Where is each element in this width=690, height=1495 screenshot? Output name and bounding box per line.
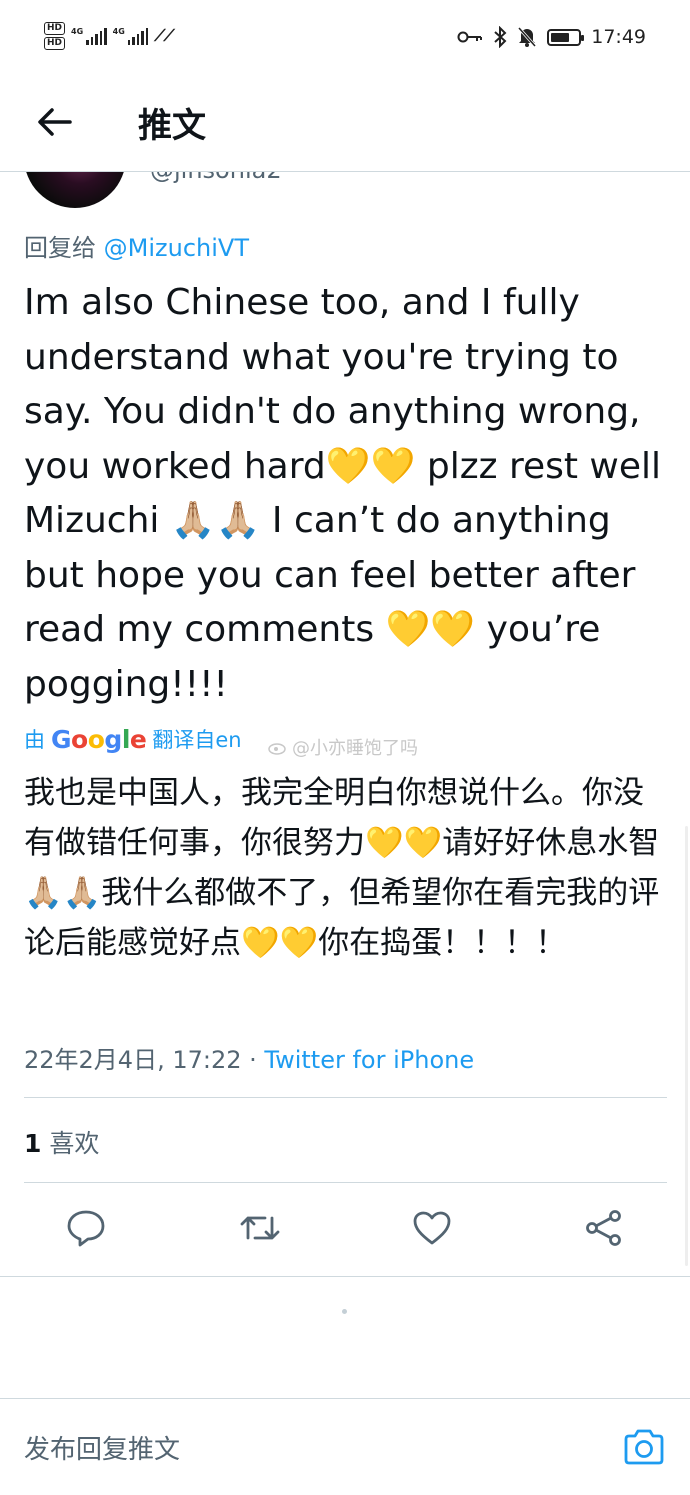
back-button[interactable]	[34, 102, 74, 142]
share-button[interactable]	[582, 1206, 626, 1250]
camera-button[interactable]	[622, 1427, 666, 1467]
battery-icon	[547, 28, 585, 46]
watermark: @小亦睡饱了吗	[268, 734, 418, 760]
status-bar-left: HD HD 4G 4G ⟋⟋	[44, 22, 175, 50]
tweet-meta: 22年2月4日, 17:22 · Twitter for iPhone	[24, 1040, 474, 1075]
divider	[24, 1182, 667, 1183]
tweet-source[interactable]: Twitter for iPhone	[264, 1046, 474, 1074]
translate-suffix: 翻译自en	[152, 728, 242, 752]
status-bar-right: 17:49	[457, 26, 646, 48]
google-logo: Google	[51, 724, 147, 754]
hd-badge-2: HD	[44, 37, 66, 50]
retweet-icon	[240, 1216, 280, 1240]
loading-dot	[342, 1309, 347, 1314]
signal-2-icon: 4G	[113, 27, 149, 45]
status-bar: HD HD 4G 4G ⟋⟋ 17:49	[0, 0, 690, 80]
reply-to-prefix: 回复给	[24, 234, 104, 262]
key-icon	[457, 31, 483, 43]
share-icon	[586, 1210, 621, 1246]
weibo-icon	[268, 743, 286, 755]
page-title: 推文	[138, 106, 206, 146]
like-count: 1	[24, 1129, 42, 1158]
mute-bell-icon	[518, 27, 537, 47]
reply-icon	[67, 1210, 105, 1247]
status-time: 17:49	[591, 26, 646, 48]
signal-1-icon: 4G	[71, 27, 107, 45]
reply-button[interactable]	[64, 1206, 108, 1250]
reply-to-line: 回复给 @MizuchiVT	[24, 228, 249, 263]
retweet-button[interactable]	[238, 1206, 282, 1250]
like-label: 喜欢	[41, 1129, 100, 1158]
watermark-text: @小亦睡饱了吗	[292, 738, 418, 759]
likes-stat[interactable]: 1 喜欢	[24, 1124, 99, 1160]
translated-text: 我也是中国人，我完全明白你想说什么。你没有做错任何事，你很努力💛💛请好好休息水智…	[24, 775, 660, 961]
tweet-timestamp[interactable]: 22年2月4日, 17:22	[24, 1046, 242, 1074]
reply-input[interactable]: 发布回复推文	[24, 1429, 180, 1466]
like-button[interactable]	[410, 1206, 454, 1250]
top-app-bar: 推文	[0, 80, 690, 172]
reply-composer[interactable]: 发布回复推文	[0, 1398, 690, 1495]
tweet-text: Im also Chinese too, and I fully underst…	[24, 282, 662, 705]
battery-level	[551, 32, 570, 42]
camera-icon	[624, 1429, 664, 1465]
back-arrow-icon	[38, 108, 72, 136]
divider	[0, 1276, 690, 1277]
bluetooth-icon	[494, 26, 507, 48]
translate-prefix: 由	[24, 728, 45, 752]
hd-badge-1: HD	[44, 22, 66, 35]
hd-indicators: HD HD	[44, 22, 66, 50]
translation-attribution[interactable]: 由 Google 翻译自en	[24, 724, 242, 754]
divider	[24, 1097, 667, 1098]
scrollbar[interactable]	[685, 826, 688, 1266]
tweet-actions	[0, 1198, 690, 1260]
wifi-icon: ⟋⟋	[154, 26, 174, 45]
reply-to-mention[interactable]: @MizuchiVT	[104, 234, 249, 262]
heart-icon	[413, 1211, 451, 1245]
meta-separator: ·	[241, 1046, 265, 1074]
